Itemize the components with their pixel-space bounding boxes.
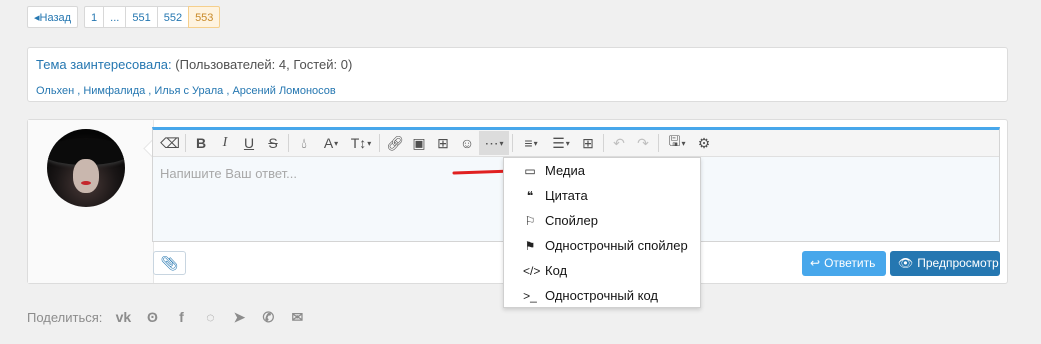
image-icon[interactable]: ▣ — [407, 131, 431, 155]
menu-item-code-label: Код — [545, 263, 568, 278]
page-link-552[interactable]: 552 — [156, 6, 190, 28]
odnoklassniki-icon[interactable]: ʘ — [141, 307, 163, 327]
whatsapp-icon[interactable]: ◌ — [199, 307, 221, 327]
email-icon[interactable]: ✉ — [286, 307, 308, 327]
reply-button[interactable]: ↩ Ответить — [802, 251, 886, 276]
vk-icon[interactable]: vk — [112, 307, 134, 327]
insert-dropdown-menu: ▭ Медиа ❝ Цитата ⚐ Спойлер ⚑ Однострочны… — [503, 157, 701, 308]
quote-icon: ❝ — [526, 188, 534, 203]
flag-icon: ⚐ — [524, 213, 536, 228]
align-icon[interactable]: ≡ ▾ — [516, 131, 546, 155]
facebook-icon[interactable]: f — [170, 307, 192, 327]
undo-icon[interactable]: ↶ — [607, 131, 631, 155]
checkered-flag-icon: ⚑ — [524, 238, 536, 253]
preview-button-label: Предпросмотр — [917, 256, 999, 270]
page-link-current: 553 — [188, 6, 221, 28]
viewers-title-link[interactable]: Тема заинтересовала: — [36, 57, 172, 72]
viewers-title: Тема заинтересовала: (Пользователей: 4, … — [36, 57, 352, 72]
pagination: ◂Назад 1 ... 551 552 553 — [27, 6, 221, 28]
redo-icon[interactable]: ↷ — [631, 131, 655, 155]
menu-item-inline-code-label: Однострочный код — [545, 288, 658, 303]
menu-item-inline-spoiler-label: Однострочный спойлер — [545, 238, 688, 253]
link-icon[interactable]: 🔗︎ — [383, 131, 407, 155]
underline-icon[interactable]: U — [237, 131, 261, 155]
bold-icon[interactable]: B — [189, 131, 213, 155]
font-size-icon[interactable]: T↕ ▾ — [346, 131, 376, 155]
eraser-icon[interactable]: ⌫ — [158, 131, 182, 155]
viewers-names[interactable]: Ольхен , Нимфалида , Илья с Урала , Арсе… — [36, 85, 336, 97]
menu-item-quote-label: Цитата — [545, 188, 588, 203]
prev-page-link[interactable]: ◂Назад — [27, 6, 79, 28]
share-bar: Поделиться: vk ʘ f ◌ ➤ ✆ ✉ — [27, 307, 315, 327]
smilie-icon[interactable]: ☺ — [455, 131, 479, 155]
strikethrough-icon[interactable]: S — [261, 131, 285, 155]
thread-viewers-block: Тема заинтересовала: (Пользователей: 4, … — [27, 47, 1008, 102]
color-icon[interactable]: 💧︎ — [292, 131, 316, 155]
video-camera-icon: ▭ — [524, 163, 536, 178]
terminal-icon: >_ — [523, 288, 537, 303]
settings-icon[interactable]: ⚙ — [692, 131, 716, 155]
page-link-551[interactable]: 551 — [125, 6, 158, 28]
reply-button-label: Ответить — [824, 256, 876, 270]
drafts-icon[interactable]: 🖫︎ ▾ — [662, 131, 692, 155]
viber-icon[interactable]: ✆ — [257, 307, 279, 327]
paperclip-icon: 📎︎ — [160, 254, 179, 271]
menu-item-inline-code[interactable]: >_ Однострочный код — [504, 283, 700, 308]
avatar[interactable] — [47, 129, 125, 207]
menu-item-inline-spoiler[interactable]: ⚑ Однострочный спойлер — [504, 233, 700, 258]
telegram-icon[interactable]: ➤ — [228, 307, 250, 327]
menu-item-quote[interactable]: ❝ Цитата — [504, 183, 700, 208]
font-family-icon[interactable]: A ▾ — [316, 131, 346, 155]
editor-toolbar: ⌫ B I U S 💧︎ A ▾ T↕ ▾ 🔗︎ ▣ ⊞ ☺ ⋯ ▾ ≡ ▾ ☰ ▾ ⊞ … — [153, 130, 999, 157]
list-icon[interactable]: ☰ ▾ — [546, 131, 576, 155]
reply-avatar-column — [28, 120, 154, 283]
reply-icon: ↩ — [810, 256, 821, 270]
menu-item-spoiler-label: Спойлер — [545, 213, 598, 228]
page-ellipsis[interactable]: ... — [103, 6, 127, 28]
menu-item-code[interactable]: </> Код — [504, 258, 700, 283]
page-link-1[interactable]: 1 — [84, 6, 105, 28]
attach-files-button[interactable]: 📎︎ — [153, 251, 186, 275]
menu-item-media[interactable]: ▭ Медиа — [504, 158, 700, 183]
more-icon[interactable]: ⋯ ▾ — [479, 131, 509, 155]
code-icon: </> — [523, 263, 541, 278]
media-icon[interactable]: ⊞ — [431, 131, 455, 155]
italic-icon[interactable]: I — [213, 131, 237, 155]
eye-icon: 👁︎ — [898, 256, 914, 270]
menu-item-spoiler[interactable]: ⚐ Спойлер — [504, 208, 700, 233]
menu-item-media-label: Медиа — [545, 163, 585, 178]
share-label: Поделиться: — [27, 309, 103, 325]
table-icon[interactable]: ⊞ — [576, 131, 600, 155]
viewers-counts: (Пользователей: 4, Гостей: 0) — [171, 57, 353, 72]
preview-button[interactable]: 👁︎ Предпросмотр — [890, 251, 1000, 276]
